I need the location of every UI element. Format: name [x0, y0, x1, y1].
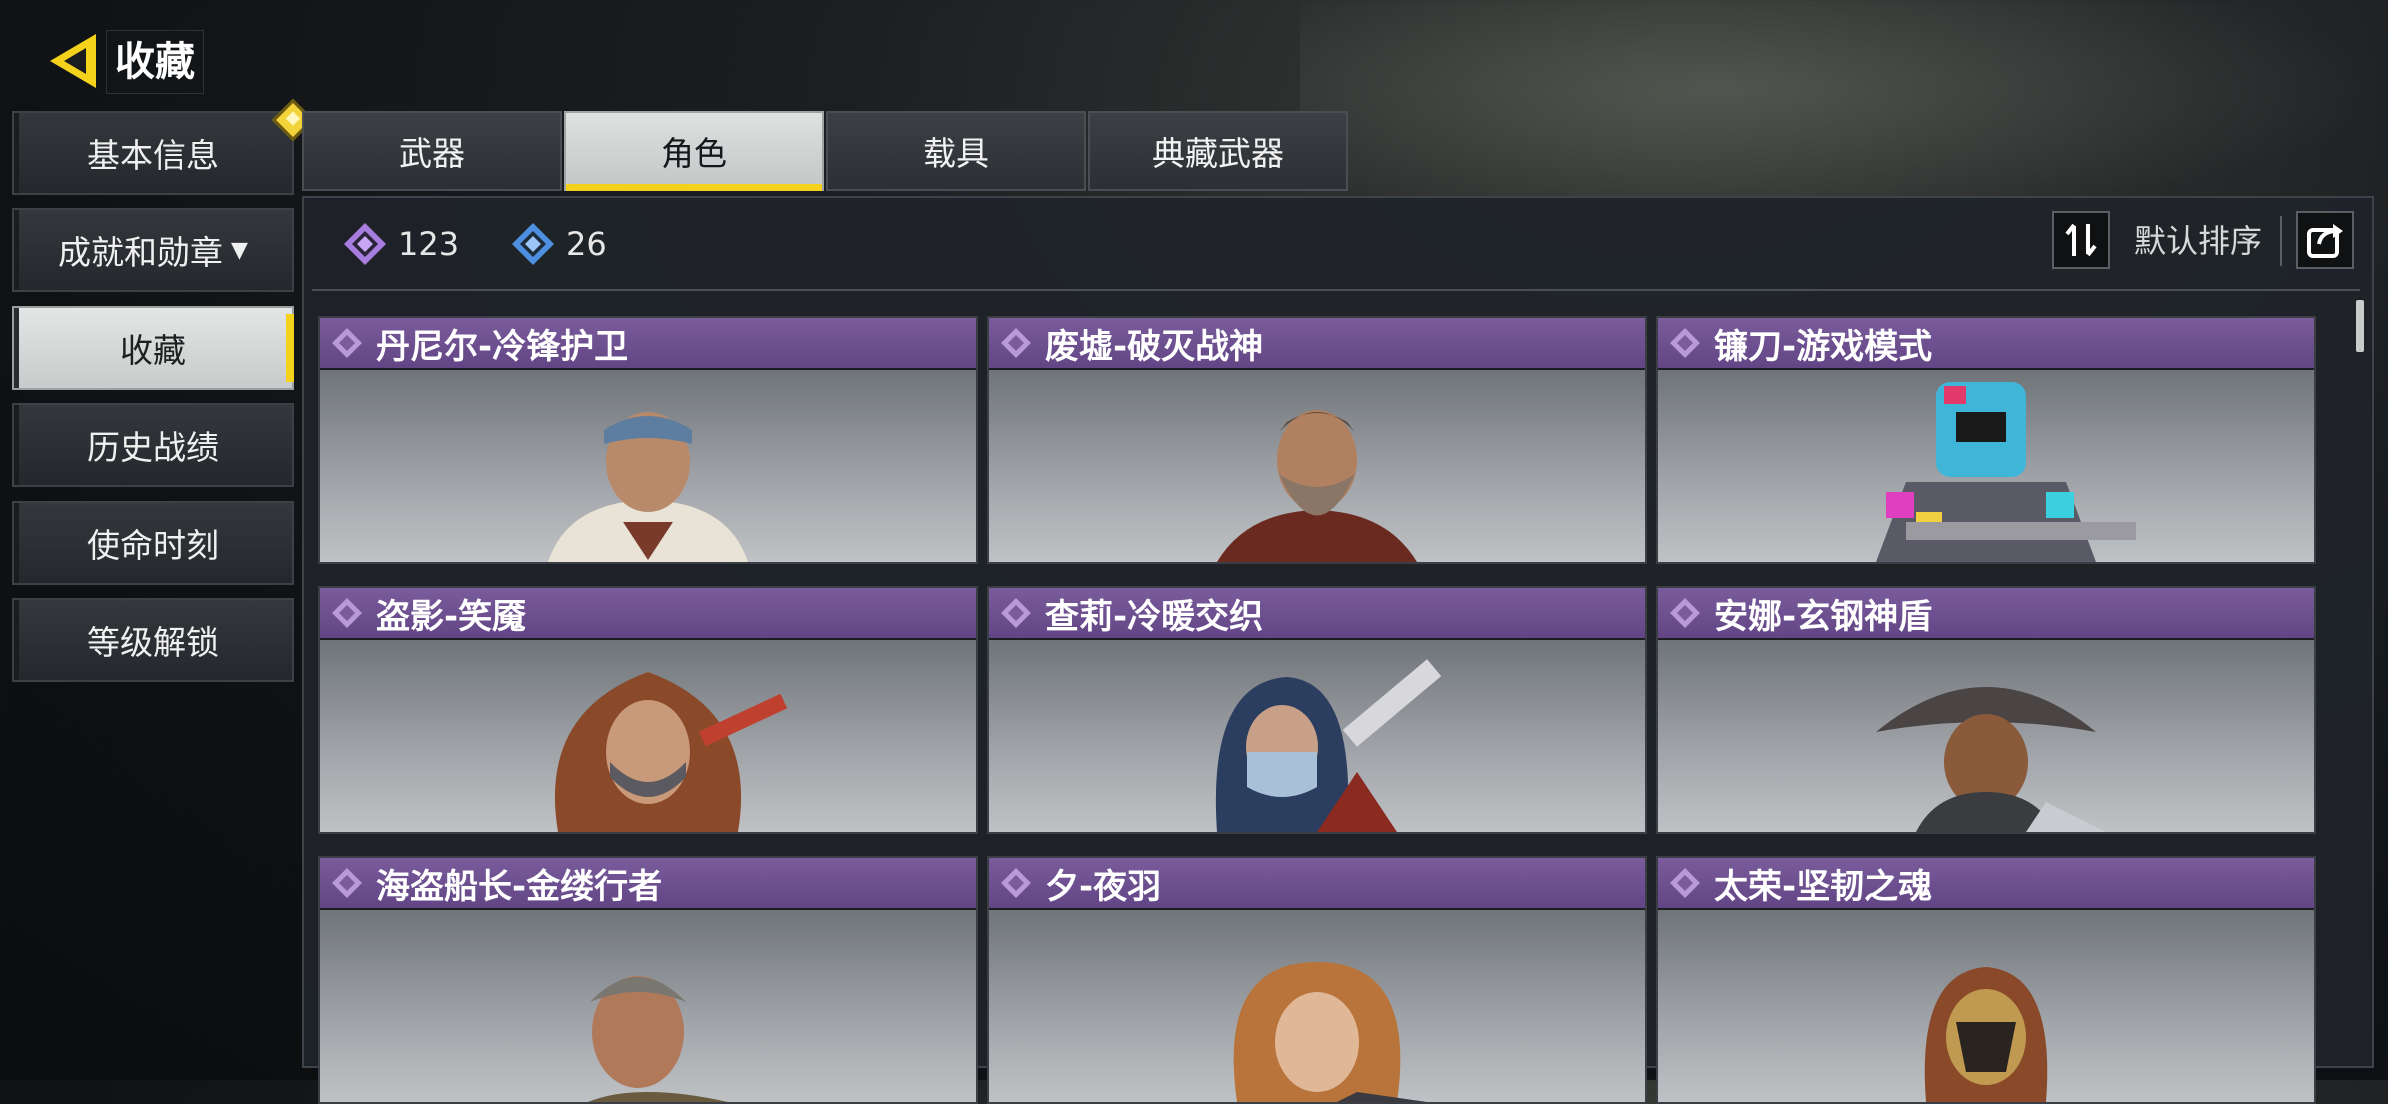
card-title: 太荣-坚韧之魂	[1714, 866, 1933, 907]
purple-diamond-icon	[1001, 598, 1031, 628]
tab-legendary-weapons[interactable]: 典藏武器	[1088, 111, 1348, 191]
purple-diamond-icon	[1670, 598, 1700, 628]
scrollbar-thumb[interactable]	[2356, 300, 2364, 352]
purple-diamond-icon	[1001, 328, 1031, 358]
purple-diamond-icon	[344, 223, 386, 265]
sort-arrows-icon	[2065, 223, 2097, 257]
character-portrait	[1215, 659, 1442, 832]
purple-diamond-icon	[332, 868, 362, 898]
card-image-area	[1658, 910, 2314, 1102]
card-header: 镰刀-游戏模式	[1658, 318, 2314, 368]
tab-characters[interactable]: 角色	[564, 111, 824, 191]
card-image-area	[1658, 640, 2314, 832]
sidebar-item-level-unlock[interactable]: 等级解锁	[12, 598, 294, 682]
card-header: 废墟-破灭战神	[989, 318, 1645, 368]
card-header: 盗影-笑魇	[320, 588, 976, 638]
sidebar-item-label: 使命时刻	[87, 526, 219, 565]
character-portrait	[554, 672, 788, 832]
purple-count: 123	[398, 225, 460, 263]
character-card[interactable]: 镰刀-游戏模式	[1656, 316, 2316, 564]
card-header: 查莉-冷暖交织	[989, 588, 1645, 638]
page-title: 收藏	[106, 30, 204, 94]
card-image-area	[1658, 370, 2314, 562]
card-image-area	[989, 640, 1645, 832]
character-portrait	[548, 412, 748, 562]
character-card[interactable]: 查莉-冷暖交织	[987, 586, 1647, 834]
character-card[interactable]: 安娜-玄钢神盾	[1656, 586, 2316, 834]
character-portrait	[1876, 382, 2136, 562]
card-header: 海盗船长-金缕行者	[320, 858, 976, 908]
character-portrait	[1876, 687, 2106, 832]
card-header: 安娜-玄钢神盾	[1658, 588, 2314, 638]
purple-diamond-icon	[1670, 868, 1700, 898]
card-image-area	[320, 640, 976, 832]
card-title: 安娜-玄钢神盾	[1714, 596, 1933, 637]
purple-diamond-icon	[332, 598, 362, 628]
blue-count: 26	[566, 225, 607, 263]
toolbar-divider	[2280, 216, 2282, 266]
purple-count-stat: 123	[342, 216, 459, 272]
back-button[interactable]	[44, 28, 106, 94]
share-button[interactable]	[2296, 211, 2354, 269]
blue-count-stat: 26	[510, 216, 607, 272]
tab-weapons[interactable]: 武器	[302, 111, 562, 191]
card-header: 太荣-坚韧之魂	[1658, 858, 2314, 908]
character-portrait	[1217, 410, 1417, 562]
tab-label: 武器	[399, 134, 465, 173]
card-title: 查莉-冷暖交织	[1045, 596, 1264, 637]
tab-label: 典藏武器	[1152, 134, 1284, 173]
card-image-area	[989, 370, 1645, 562]
tab-label: 载具	[923, 134, 989, 173]
sidebar-item-achievements[interactable]: 成就和勋章 ▼	[12, 208, 294, 292]
sidebar-item-label: 基本信息	[87, 136, 219, 175]
sidebar-item-collection[interactable]: 收藏	[12, 306, 294, 390]
character-card[interactable]: 夕-夜羽	[987, 856, 1647, 1104]
tab-label: 角色	[661, 134, 727, 173]
character-card[interactable]: 太荣-坚韧之魂	[1656, 856, 2316, 1104]
sort-label[interactable]: 默认排序	[2134, 216, 2262, 266]
sidebar-item-label: 成就和勋章	[58, 233, 224, 272]
sidebar-item-basic-info[interactable]: 基本信息	[12, 98, 315, 195]
character-card[interactable]: 废墟-破灭战神	[987, 316, 1647, 564]
card-title: 镰刀-游戏模式	[1714, 326, 1933, 367]
sidebar-item-label: 等级解锁	[87, 623, 219, 662]
panel-divider	[312, 289, 2360, 291]
card-image-area	[320, 370, 976, 562]
character-card[interactable]: 盗影-笑魇	[318, 586, 978, 834]
sidebar-item-mission-moments[interactable]: 使命时刻	[12, 501, 294, 585]
sidebar-item-label: 收藏	[120, 331, 186, 370]
purple-diamond-icon	[1001, 868, 1031, 898]
card-image-area	[989, 910, 1645, 1102]
purple-diamond-icon	[1670, 328, 1700, 358]
caret-down-icon: ▼	[231, 237, 248, 263]
blue-diamond-icon	[512, 223, 554, 265]
background-glow	[1300, 0, 2388, 220]
sidebar-item-label: 历史战绩	[87, 428, 219, 467]
card-title: 丹尼尔-冷锋护卫	[376, 326, 629, 367]
purple-diamond-icon	[332, 328, 362, 358]
card-title: 盗影-笑魇	[376, 596, 527, 637]
back-arrow-icon	[50, 34, 96, 88]
character-card[interactable]: 丹尼尔-冷锋护卫	[318, 316, 978, 564]
card-header: 丹尼尔-冷锋护卫	[320, 318, 976, 368]
sort-toggle-button[interactable]	[2052, 211, 2110, 269]
tab-vehicles[interactable]: 载具	[826, 111, 1086, 191]
card-image-area	[320, 910, 976, 1102]
card-header: 夕-夜羽	[989, 858, 1645, 908]
card-title: 夕-夜羽	[1045, 866, 1162, 907]
sidebar-item-history[interactable]: 历史战绩	[12, 403, 294, 487]
character-card[interactable]: 海盗船长-金缕行者	[318, 856, 978, 1104]
share-icon	[2307, 224, 2343, 258]
card-title: 废墟-破灭战神	[1045, 326, 1264, 367]
card-title: 海盗船长-金缕行者	[376, 866, 663, 907]
